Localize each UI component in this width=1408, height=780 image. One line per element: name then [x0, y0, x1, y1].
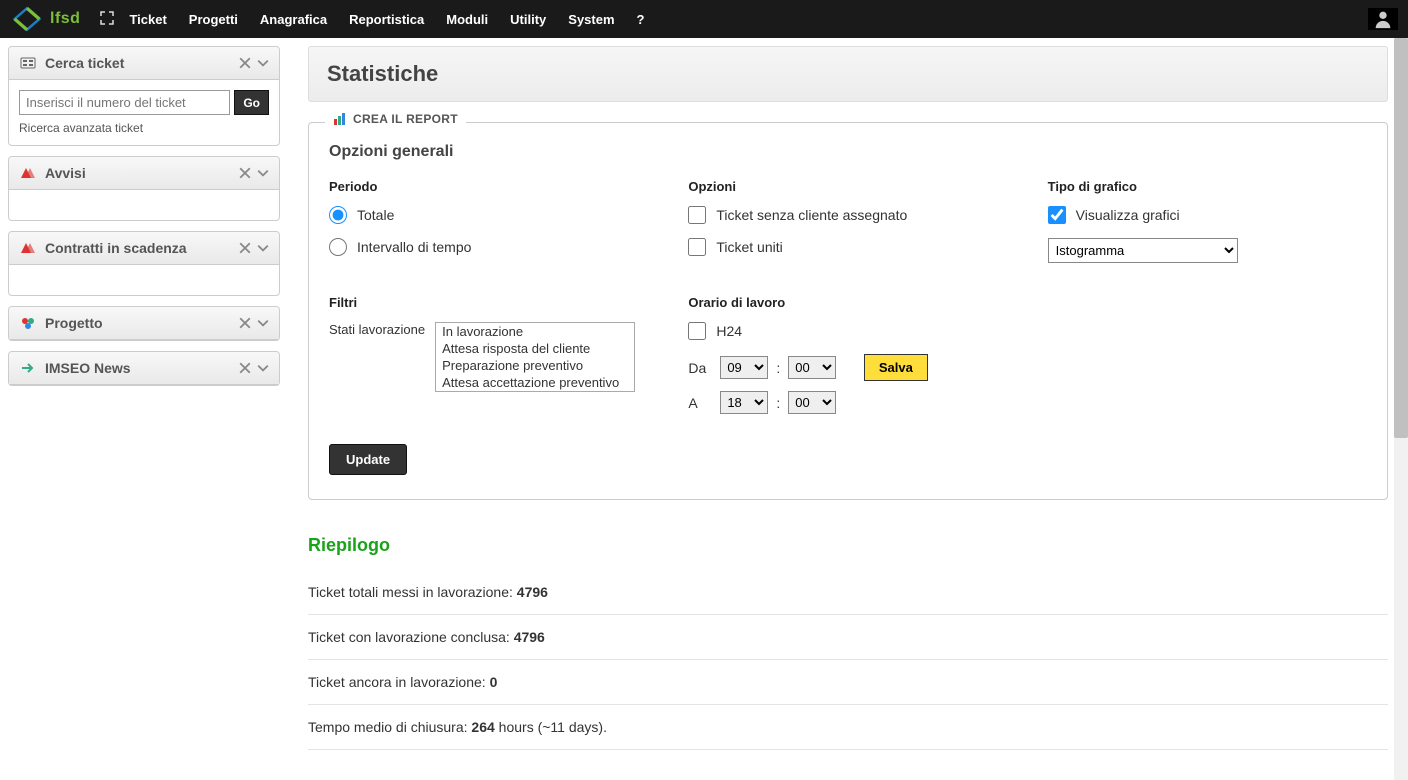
working-hours-column: Orario di lavoro H24 Da 09 : 00 Salva	[688, 295, 1007, 424]
chevron-down-icon[interactable]	[257, 57, 269, 69]
period-option-label: Totale	[357, 207, 394, 223]
close-icon[interactable]	[239, 242, 251, 254]
close-icon[interactable]	[239, 317, 251, 329]
summary-item: Tempo medio di chiusura: 264 hours (~11 …	[308, 705, 1388, 750]
brand-logo: lfsd	[10, 5, 80, 33]
chevron-down-icon[interactable]	[257, 242, 269, 254]
alert-icon	[19, 166, 37, 180]
working-hours-label: Orario di lavoro	[688, 295, 1007, 310]
chevron-down-icon[interactable]	[257, 167, 269, 179]
nav-item-anagrafica[interactable]: Anagrafica	[260, 12, 327, 27]
from-minute-select[interactable]: 00	[788, 356, 836, 379]
status-label: Stati lavorazione	[329, 322, 425, 337]
widget-title: Avvisi	[45, 165, 231, 181]
check-label: Visualizza grafici	[1076, 207, 1180, 223]
check-label: H24	[716, 323, 742, 339]
nav-menu: Ticket Progetti Anagrafica Reportistica …	[129, 12, 644, 27]
filters-column: Filtri Stati lavorazione In lavorazione …	[329, 295, 648, 424]
widget-contratti: Contratti in scadenza	[8, 231, 280, 296]
close-icon[interactable]	[239, 57, 251, 69]
sidebar: Cerca ticket Go Ricerca avanzata ticket	[0, 38, 288, 780]
contract-icon	[19, 241, 37, 255]
arrow-right-icon	[19, 362, 37, 374]
options-label: Opzioni	[688, 179, 1007, 194]
widget-title: Cerca ticket	[45, 55, 231, 71]
nav-item-help[interactable]: ?	[637, 12, 645, 27]
period-label: Periodo	[329, 179, 648, 194]
advanced-search-link[interactable]: Ricerca avanzata ticket	[19, 121, 269, 135]
filters-label: Filtri	[329, 295, 648, 310]
period-radio-intervallo[interactable]	[329, 238, 347, 256]
report-panel: CREA IL REPORT Opzioni generali Periodo …	[308, 122, 1388, 500]
ticket-search-input[interactable]	[19, 90, 230, 115]
period-radio-totale[interactable]	[329, 206, 347, 224]
widget-title: Progetto	[45, 315, 231, 331]
project-icon	[19, 316, 37, 330]
from-hour-select[interactable]: 09	[720, 356, 768, 379]
period-column: Periodo Totale Intervallo di tempo	[329, 179, 648, 270]
general-options-heading: Opzioni generali	[329, 143, 1367, 161]
avatar[interactable]	[1368, 8, 1398, 30]
summary-title: Riepilogo	[308, 535, 1388, 556]
chart-type-column: Tipo di grafico Visualizza grafici Istog…	[1048, 179, 1367, 270]
top-navbar: lfsd Ticket Progetti Anagrafica Reportis…	[0, 0, 1408, 38]
close-icon[interactable]	[239, 362, 251, 374]
ticket-icon	[19, 56, 37, 70]
report-icon	[333, 112, 347, 126]
chart-type-label: Tipo di grafico	[1048, 179, 1367, 194]
page-title-bar: Statistiche	[308, 46, 1388, 102]
status-option[interactable]: In lavorazione	[436, 323, 634, 340]
summary-item: Ticket totali messi in lavorazione: 4796	[308, 570, 1388, 615]
nav-item-utility[interactable]: Utility	[510, 12, 546, 27]
from-label: Da	[688, 360, 712, 376]
status-option[interactable]: Attesa risposta del cliente	[436, 340, 634, 357]
scrollbar[interactable]	[1394, 38, 1408, 780]
save-hours-button[interactable]: Salva	[864, 354, 928, 381]
to-hour-select[interactable]: 18	[720, 391, 768, 414]
scrollbar-thumb[interactable]	[1394, 38, 1408, 438]
update-button[interactable]: Update	[329, 444, 407, 475]
chevron-down-icon[interactable]	[257, 317, 269, 329]
panel-legend: CREA IL REPORT	[325, 112, 466, 126]
check-h24[interactable]	[688, 322, 706, 340]
options-column: Opzioni Ticket senza cliente assegnato T…	[688, 179, 1007, 270]
summary-item: Ticket ancora in lavorazione: 0	[308, 660, 1388, 705]
nav-item-ticket[interactable]: Ticket	[129, 12, 166, 27]
widget-news: IMSEO News	[8, 351, 280, 386]
nav-item-moduli[interactable]: Moduli	[446, 12, 488, 27]
page-title: Statistiche	[327, 61, 1369, 87]
logo-icon	[10, 5, 44, 33]
to-minute-select[interactable]: 00	[788, 391, 836, 414]
widget-progetto: Progetto	[8, 306, 280, 341]
to-label: A	[688, 395, 712, 411]
period-option-label: Intervallo di tempo	[357, 239, 471, 255]
nav-right	[1368, 8, 1398, 30]
chart-type-select[interactable]: Istogramma	[1048, 238, 1238, 263]
check-merged-tickets[interactable]	[688, 238, 706, 256]
fullscreen-icon[interactable]	[100, 11, 114, 28]
summary-list: Ticket totali messi in lavorazione: 4796…	[308, 570, 1388, 750]
nav-item-reportistica[interactable]: Reportistica	[349, 12, 424, 27]
chevron-down-icon[interactable]	[257, 362, 269, 374]
nav-item-progetti[interactable]: Progetti	[189, 12, 238, 27]
check-label: Ticket uniti	[716, 239, 782, 255]
status-option[interactable]: Attesa accettazione preventivo	[436, 374, 634, 391]
main-content: Statistiche CREA IL REPORT Opzioni gener…	[288, 38, 1408, 780]
check-show-charts[interactable]	[1048, 206, 1066, 224]
check-no-client[interactable]	[688, 206, 706, 224]
widget-title: Contratti in scadenza	[45, 240, 231, 256]
nav-item-system[interactable]: System	[568, 12, 614, 27]
widget-avvisi: Avvisi	[8, 156, 280, 221]
widget-title: IMSEO News	[45, 360, 231, 376]
brand-name: lfsd	[50, 10, 80, 28]
summary-item: Ticket con lavorazione conclusa: 4796	[308, 615, 1388, 660]
status-listbox[interactable]: In lavorazione Attesa risposta del clien…	[435, 322, 635, 392]
ticket-search-go-button[interactable]: Go	[234, 90, 269, 115]
close-icon[interactable]	[239, 167, 251, 179]
check-label: Ticket senza cliente assegnato	[716, 207, 907, 223]
status-option[interactable]: Preparazione preventivo	[436, 357, 634, 374]
widget-search-ticket: Cerca ticket Go Ricerca avanzata ticket	[8, 46, 280, 146]
